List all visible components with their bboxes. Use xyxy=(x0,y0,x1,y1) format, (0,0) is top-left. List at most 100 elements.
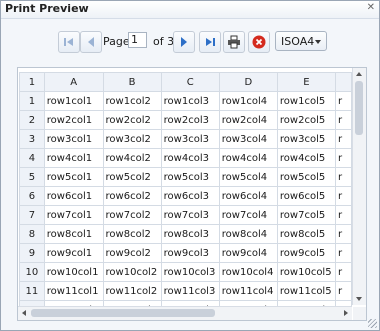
table-cell: row6col2 xyxy=(102,186,162,206)
table-cell: row7col3 xyxy=(160,205,220,225)
vertical-scroll-thumb[interactable] xyxy=(355,81,363,135)
row-header: 9 xyxy=(19,243,45,263)
table-cell: row2col5 xyxy=(276,110,337,130)
table-cell: r xyxy=(335,129,352,149)
corner-cell: 1 xyxy=(19,72,45,92)
table-cell: row7col1 xyxy=(43,205,104,225)
table-cell: row1col5 xyxy=(276,91,337,111)
page-number-input[interactable]: 1 xyxy=(128,32,147,48)
table-cell: row9col5 xyxy=(276,243,337,263)
table-row: 4 row4col1 row4col2 row4col3 row4col4 row4col… xyxy=(19,148,352,168)
table-cell: row5col3 xyxy=(160,167,220,187)
table-cell: row4col2 xyxy=(102,148,162,168)
table-cell: row3col1 xyxy=(43,129,104,149)
table-cell: row11col2 xyxy=(102,281,162,301)
table-cell: row1col3 xyxy=(160,91,220,111)
table-cell: row3col4 xyxy=(218,129,278,149)
preview-toolbar: Page 1 of 3 ISOA4 xyxy=(1,31,379,53)
scrollbar-corner xyxy=(353,307,366,320)
table-cell: row4col5 xyxy=(276,148,337,168)
table-cell: row6col3 xyxy=(160,186,220,206)
row-header: 3 xyxy=(19,129,45,149)
resize-grip-icon[interactable] xyxy=(368,319,377,328)
last-page-button[interactable] xyxy=(199,31,221,53)
print-preview-area: 1 A B C D E 1 row1col1 row1col2 row1col3 row… xyxy=(17,67,367,321)
column-header-row: 1 A B C D E xyxy=(19,72,352,92)
table-cell: row2col3 xyxy=(160,110,220,130)
table-cell: row8col3 xyxy=(160,224,220,244)
table-row: 10 row10col1 row10col2 row10col3 row10col4 ro… xyxy=(19,262,352,282)
table-row: 8 row8col1 row8col2 row8col3 row8col4 row8col… xyxy=(19,224,352,244)
row-header: 5 xyxy=(19,167,45,187)
table-row: 6 row6col1 row6col2 row6col3 row6col4 row6col… xyxy=(19,186,352,206)
prev-page-icon xyxy=(88,37,94,47)
table-cell: r xyxy=(335,224,352,244)
chevron-down-icon xyxy=(315,40,321,44)
prev-page-button[interactable] xyxy=(80,31,102,53)
table-cell: r xyxy=(335,91,352,111)
paper-size-select[interactable]: ISOA4 xyxy=(275,31,327,51)
table-row: 7 row7col1 row7col2 row7col3 row7col4 row7col… xyxy=(19,205,352,225)
vertical-scrollbar[interactable] xyxy=(352,68,366,305)
next-page-icon xyxy=(181,37,187,47)
table-cell: row1col2 xyxy=(102,91,162,111)
column-header: B xyxy=(102,72,162,92)
table-cell: row1col4 xyxy=(218,91,278,111)
column-header: A xyxy=(43,72,104,92)
table-row: 11 row11col1 row11col2 row11col3 row11col4 ro… xyxy=(19,281,352,301)
table-cell: row11col1 xyxy=(43,281,104,301)
scroll-up-icon[interactable] xyxy=(356,72,362,76)
print-preview-window: Print Preview ✕ Page 1 of 3 ISOA4 1 A B … xyxy=(0,0,380,331)
row-header: 4 xyxy=(19,148,45,168)
table-cell: row9col3 xyxy=(160,243,220,263)
last-page-icon xyxy=(206,38,215,46)
scroll-down-icon[interactable] xyxy=(356,297,362,301)
table-cell: row6col1 xyxy=(43,186,104,206)
first-page-button[interactable] xyxy=(58,31,80,53)
next-page-button[interactable] xyxy=(173,31,195,53)
page-label: Page xyxy=(103,35,130,48)
table-cell: row10col3 xyxy=(160,262,220,282)
table-cell: row9col4 xyxy=(218,243,278,263)
row-header: 8 xyxy=(19,224,45,244)
table-row: 3 row3col1 row3col2 row3col3 row3col4 row3col… xyxy=(19,129,352,149)
column-header: D xyxy=(218,72,278,92)
row-header: 10 xyxy=(19,262,45,282)
table-cell: r xyxy=(335,281,352,301)
page-count-label: of 3 xyxy=(153,35,175,48)
table-cell: row4col3 xyxy=(160,148,220,168)
scroll-left-icon[interactable] xyxy=(22,310,26,316)
close-preview-button[interactable] xyxy=(248,31,270,53)
table-cell: row5col2 xyxy=(102,167,162,187)
table-cell: row11col5 xyxy=(276,281,337,301)
table-cell: row7col5 xyxy=(276,205,337,225)
table-cell: row10col2 xyxy=(102,262,162,282)
row-header: 1 xyxy=(19,91,45,111)
print-button[interactable] xyxy=(223,31,245,53)
table-cell: row8col4 xyxy=(218,224,278,244)
window-title: Print Preview xyxy=(5,2,89,15)
table-cell: row11col3 xyxy=(160,281,220,301)
close-circle-icon xyxy=(252,35,266,49)
table-cell: row3col2 xyxy=(102,129,162,149)
horizontal-scrollbar[interactable] xyxy=(18,306,352,320)
row-header: 11 xyxy=(19,281,45,301)
table-cell: row7col2 xyxy=(102,205,162,225)
table-cell: r xyxy=(335,110,352,130)
table-cell: row1col1 xyxy=(43,91,104,111)
table-cell: row8col1 xyxy=(43,224,104,244)
first-page-icon xyxy=(64,38,73,46)
table-cell: row8col2 xyxy=(102,224,162,244)
table-cell: row3col5 xyxy=(276,129,337,149)
table-cell: row8col5 xyxy=(276,224,337,244)
table-cell: row10col5 xyxy=(276,262,337,282)
table-cell: r xyxy=(335,167,352,187)
table-cell: r xyxy=(335,262,352,282)
horizontal-scroll-thumb[interactable] xyxy=(31,309,215,317)
scroll-right-icon[interactable] xyxy=(344,310,348,316)
table-row: 1 row1col1 row1col2 row1col3 row1col4 row1col… xyxy=(19,91,352,111)
window-close-icon[interactable]: ✕ xyxy=(367,2,375,13)
table-cell: row9col1 xyxy=(43,243,104,263)
table-cell: row6col4 xyxy=(218,186,278,206)
table-cell: row4col4 xyxy=(218,148,278,168)
